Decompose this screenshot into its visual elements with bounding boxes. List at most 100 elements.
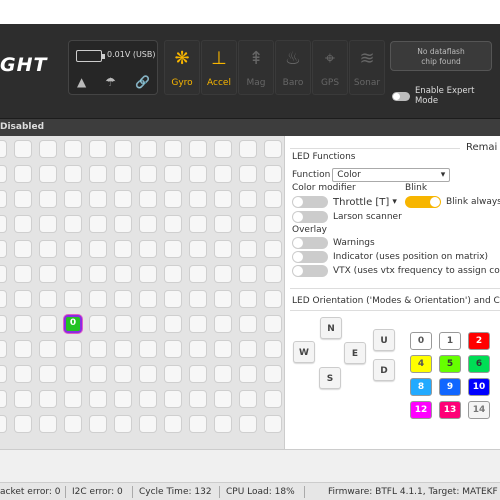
- led-cell[interactable]: [64, 215, 82, 233]
- color-swatch-1[interactable]: 1: [439, 332, 461, 350]
- led-cell[interactable]: [164, 165, 182, 183]
- led-cell[interactable]: [139, 290, 157, 308]
- led-cell[interactable]: [214, 390, 232, 408]
- led-cell-active[interactable]: 0: [64, 315, 82, 333]
- led-cell[interactable]: [114, 215, 132, 233]
- color-swatch-0[interactable]: 0: [410, 332, 432, 350]
- led-cell[interactable]: [0, 140, 7, 158]
- led-cell[interactable]: [114, 290, 132, 308]
- led-cell[interactable]: [264, 290, 282, 308]
- led-cell[interactable]: [114, 390, 132, 408]
- color-swatch-5[interactable]: 5: [439, 355, 461, 373]
- expert-mode-toggle[interactable]: [392, 91, 410, 101]
- led-cell[interactable]: [164, 140, 182, 158]
- led-cell[interactable]: [214, 315, 232, 333]
- led-cell[interactable]: [239, 165, 257, 183]
- color-swatch-13[interactable]: 13: [439, 401, 461, 419]
- led-cell[interactable]: [164, 415, 182, 433]
- led-cell[interactable]: [39, 365, 57, 383]
- led-cell[interactable]: [139, 265, 157, 283]
- led-cell[interactable]: [14, 365, 32, 383]
- led-cell[interactable]: [139, 415, 157, 433]
- led-cell[interactable]: [114, 365, 132, 383]
- led-cell[interactable]: [239, 365, 257, 383]
- led-cell[interactable]: [264, 240, 282, 258]
- led-cell[interactable]: [89, 365, 107, 383]
- blink-toggle[interactable]: [405, 196, 441, 208]
- led-cell[interactable]: [64, 140, 82, 158]
- led-cell[interactable]: [89, 315, 107, 333]
- led-cell[interactable]: [164, 290, 182, 308]
- led-cell[interactable]: [139, 165, 157, 183]
- larson-scanner-toggle[interactable]: [292, 211, 328, 223]
- led-cell[interactable]: [189, 190, 207, 208]
- led-cell[interactable]: [189, 315, 207, 333]
- direction-down-button[interactable]: D: [373, 359, 395, 381]
- led-cell[interactable]: [14, 290, 32, 308]
- led-cell[interactable]: [39, 315, 57, 333]
- color-swatch-14[interactable]: 14: [468, 401, 490, 419]
- function-select[interactable]: Color ▾: [332, 168, 451, 182]
- led-cell[interactable]: [164, 315, 182, 333]
- led-cell[interactable]: [89, 390, 107, 408]
- led-cell[interactable]: [39, 415, 57, 433]
- led-cell[interactable]: [89, 215, 107, 233]
- led-cell[interactable]: [39, 190, 57, 208]
- led-cell[interactable]: [14, 140, 32, 158]
- led-cell[interactable]: [239, 240, 257, 258]
- led-cell[interactable]: [264, 165, 282, 183]
- indicator-toggle[interactable]: [292, 251, 328, 263]
- led-cell[interactable]: [189, 365, 207, 383]
- led-cell[interactable]: [64, 240, 82, 258]
- led-cell[interactable]: [114, 315, 132, 333]
- led-cell[interactable]: [164, 365, 182, 383]
- led-cell[interactable]: [139, 365, 157, 383]
- led-cell[interactable]: [39, 340, 57, 358]
- led-cell[interactable]: [214, 240, 232, 258]
- led-cell[interactable]: [64, 165, 82, 183]
- led-cell[interactable]: [14, 165, 32, 183]
- led-cell[interactable]: [14, 240, 32, 258]
- led-cell[interactable]: [239, 215, 257, 233]
- led-cell[interactable]: [189, 265, 207, 283]
- led-cell[interactable]: [189, 140, 207, 158]
- color-swatch-9[interactable]: 9: [439, 378, 461, 396]
- led-cell[interactable]: [264, 215, 282, 233]
- color-swatch-8[interactable]: 8: [410, 378, 432, 396]
- led-cell[interactable]: [214, 140, 232, 158]
- led-cell[interactable]: [64, 290, 82, 308]
- led-cell[interactable]: [0, 340, 7, 358]
- led-cell[interactable]: [0, 215, 7, 233]
- led-cell[interactable]: [239, 190, 257, 208]
- led-cell[interactable]: [89, 140, 107, 158]
- led-cell[interactable]: [164, 240, 182, 258]
- led-cell[interactable]: [89, 240, 107, 258]
- chevron-down-icon[interactable]: ▾: [392, 197, 397, 207]
- led-cell[interactable]: [64, 265, 82, 283]
- led-cell[interactable]: [139, 190, 157, 208]
- direction-east-button[interactable]: E: [344, 342, 366, 364]
- led-cell[interactable]: [264, 315, 282, 333]
- led-cell[interactable]: [89, 265, 107, 283]
- led-cell[interactable]: [114, 415, 132, 433]
- color-swatch-12[interactable]: 12: [410, 401, 432, 419]
- led-cell[interactable]: [64, 390, 82, 408]
- led-cell[interactable]: [139, 240, 157, 258]
- direction-north-button[interactable]: N: [320, 317, 342, 339]
- led-cell[interactable]: [239, 315, 257, 333]
- led-cell[interactable]: [89, 340, 107, 358]
- led-cell[interactable]: [239, 415, 257, 433]
- color-swatch-2[interactable]: 2: [468, 332, 490, 350]
- led-cell[interactable]: [14, 190, 32, 208]
- led-cell[interactable]: [264, 365, 282, 383]
- led-cell[interactable]: [189, 240, 207, 258]
- led-cell[interactable]: [89, 190, 107, 208]
- led-cell[interactable]: [0, 165, 7, 183]
- led-cell[interactable]: [189, 415, 207, 433]
- led-cell[interactable]: [214, 365, 232, 383]
- led-cell[interactable]: [39, 390, 57, 408]
- led-cell[interactable]: [189, 290, 207, 308]
- led-cell[interactable]: [164, 390, 182, 408]
- led-cell[interactable]: [139, 140, 157, 158]
- direction-south-button[interactable]: S: [319, 367, 341, 389]
